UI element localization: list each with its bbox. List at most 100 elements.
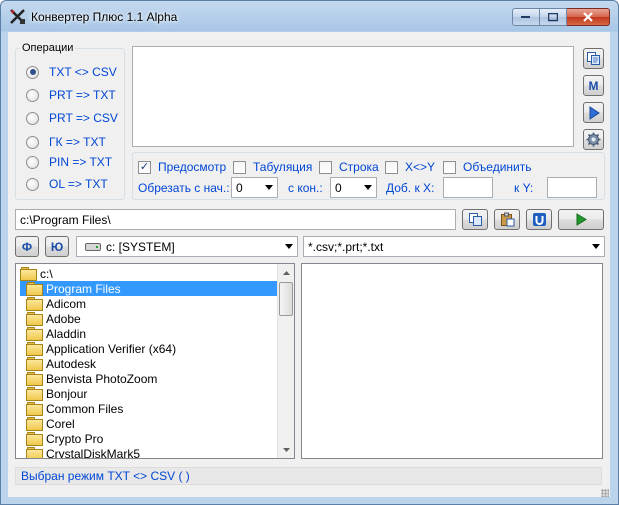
trim-start-select[interactable]: 0: [231, 177, 278, 198]
paste-button[interactable]: [494, 209, 520, 230]
tree-item-root[interactable]: c:\: [20, 266, 53, 281]
radio-label: ГК => TXT: [49, 135, 106, 149]
merge-checkbox[interactable]: Объединить: [443, 160, 532, 174]
tree-item-label: Corel: [46, 416, 75, 431]
tree-item-label: Crypto Pro: [46, 431, 104, 446]
chevron-down-icon: [592, 244, 600, 249]
radio-pin-txt[interactable]: PIN => TXT: [26, 155, 112, 169]
tree-item[interactable]: Aladdin: [26, 326, 86, 341]
tree-item-label: Application Verifier (x64): [46, 341, 177, 356]
xy-checkbox[interactable]: X<>Y: [385, 160, 435, 174]
play-right-icon: [589, 105, 600, 120]
radio-ol-txt[interactable]: OL => TXT: [26, 177, 108, 191]
tree-scrollbar[interactable]: [277, 264, 294, 458]
radio-indicator: [26, 135, 39, 149]
radio-prt-csv[interactable]: PRT => CSV: [26, 111, 118, 125]
checkbox-box: [385, 160, 398, 174]
tree-item[interactable]: Adobe: [26, 311, 81, 326]
radio-label: PRT => TXT: [49, 88, 116, 102]
open-folder-icon: [26, 282, 43, 296]
refresh-icon: [532, 213, 546, 226]
tree-item-label: Autodesk: [46, 356, 97, 371]
scroll-up-button[interactable]: [278, 264, 294, 281]
drive-button-f-label: Ф: [21, 239, 33, 254]
checkbox-box: [319, 160, 332, 174]
tree-item[interactable]: Bonjour: [26, 386, 87, 401]
add-x-input[interactable]: [443, 177, 493, 198]
maximize-button[interactable]: [540, 8, 567, 26]
status-bar: Выбран режим TXT <> CSV ( ): [15, 467, 602, 485]
settings-button[interactable]: [583, 129, 604, 150]
drive-select[interactable]: c: [SYSTEM]: [76, 236, 298, 257]
tree-item[interactable]: Crypto Pro: [26, 431, 103, 446]
scroll-down-button[interactable]: [278, 441, 294, 458]
tree-item[interactable]: CrystalDiskMark5: [26, 446, 140, 458]
preview-memo[interactable]: [132, 46, 574, 147]
minimize-button[interactable]: [512, 8, 540, 26]
add-y-input[interactable]: [547, 177, 597, 198]
close-button[interactable]: [567, 8, 610, 26]
tree-item[interactable]: Common Files: [26, 401, 123, 416]
maximize-icon: [548, 12, 558, 21]
drive-button-yu[interactable]: Ю: [45, 236, 69, 257]
clipboard-icon: [500, 212, 514, 227]
copy-path-button[interactable]: [462, 209, 488, 230]
convert-button[interactable]: [558, 209, 604, 230]
hard-drive-icon: [85, 242, 101, 251]
copy-icon: [468, 213, 482, 226]
m-button[interactable]: M: [583, 75, 604, 96]
path-input[interactable]: c:\Program Files\: [15, 209, 456, 230]
radio-gk-txt[interactable]: ГК => TXT: [26, 135, 106, 149]
refresh-button[interactable]: [526, 209, 552, 230]
trim-end-select[interactable]: 0: [330, 177, 377, 198]
app-icon: [10, 9, 25, 24]
radio-label: PIN => TXT: [49, 155, 113, 169]
folder-icon: [26, 372, 43, 386]
trim-start-label: Обрезать с нач.:: [138, 181, 230, 195]
close-icon: [583, 12, 593, 22]
checkbox-box: [233, 160, 246, 174]
tree-item[interactable]: Application Verifier (x64): [26, 341, 176, 356]
tree-item[interactable]: Adicom: [26, 296, 86, 311]
radio-indicator: [26, 88, 39, 102]
radio-indicator: [26, 177, 39, 191]
checkbox-box: ✓: [138, 160, 151, 174]
tree-item-label: Adicom: [46, 296, 87, 311]
add-x-label: Доб. к X:: [386, 181, 435, 195]
chevron-down-icon: [364, 185, 372, 190]
filter-select[interactable]: *.csv;*.prt;*.txt: [303, 236, 605, 257]
row-checkbox[interactable]: Строка: [319, 160, 379, 174]
tree-item-label: c:\: [40, 266, 53, 281]
file-list[interactable]: [301, 263, 603, 459]
folder-icon: [26, 297, 43, 311]
drive-button-f[interactable]: Ф: [15, 236, 39, 257]
radio-prt-txt[interactable]: PRT => TXT: [26, 88, 116, 102]
tabulation-checkbox[interactable]: Табуляция: [233, 160, 312, 174]
tree-item-selected[interactable]: Program Files: [20, 281, 277, 296]
operations-title: Операции: [20, 42, 76, 54]
checkbox-label: X<>Y: [405, 160, 436, 174]
title-bar[interactable]: Конвертер Плюс 1.1 Alpha: [1, 1, 618, 33]
tree-item[interactable]: Benvista PhotoZoom: [26, 371, 157, 386]
chevron-down-icon: [285, 244, 293, 249]
tree-item[interactable]: Corel: [26, 416, 75, 431]
folder-icon: [26, 432, 43, 446]
run-preview-button[interactable]: [583, 102, 604, 123]
radio-txt-csv[interactable]: TXT <> CSV: [26, 65, 117, 79]
add-y-label: к Y:: [514, 181, 534, 195]
trim-end-label: с кон.:: [288, 181, 323, 195]
copy-button[interactable]: [583, 48, 604, 69]
tree-item-label: Program Files: [46, 281, 121, 296]
preview-checkbox[interactable]: ✓ Предосмотр: [138, 160, 226, 174]
tree-item[interactable]: Autodesk: [26, 356, 96, 371]
checkbox-label: Предосмотр: [158, 160, 227, 174]
minimize-icon: [521, 16, 530, 18]
folder-icon: [26, 327, 43, 341]
directory-tree[interactable]: c:\ Program Files Adicom Adobe Aladdin A…: [15, 263, 295, 459]
scroll-thumb[interactable]: [279, 282, 293, 316]
drive-value: c: [SYSTEM]: [106, 239, 175, 254]
folder-icon: [26, 402, 43, 416]
status-text: Выбран режим TXT <> CSV ( ): [21, 469, 190, 483]
window-title: Конвертер Плюс 1.1 Alpha: [31, 10, 178, 24]
resize-grip-icon[interactable]: [601, 489, 609, 497]
